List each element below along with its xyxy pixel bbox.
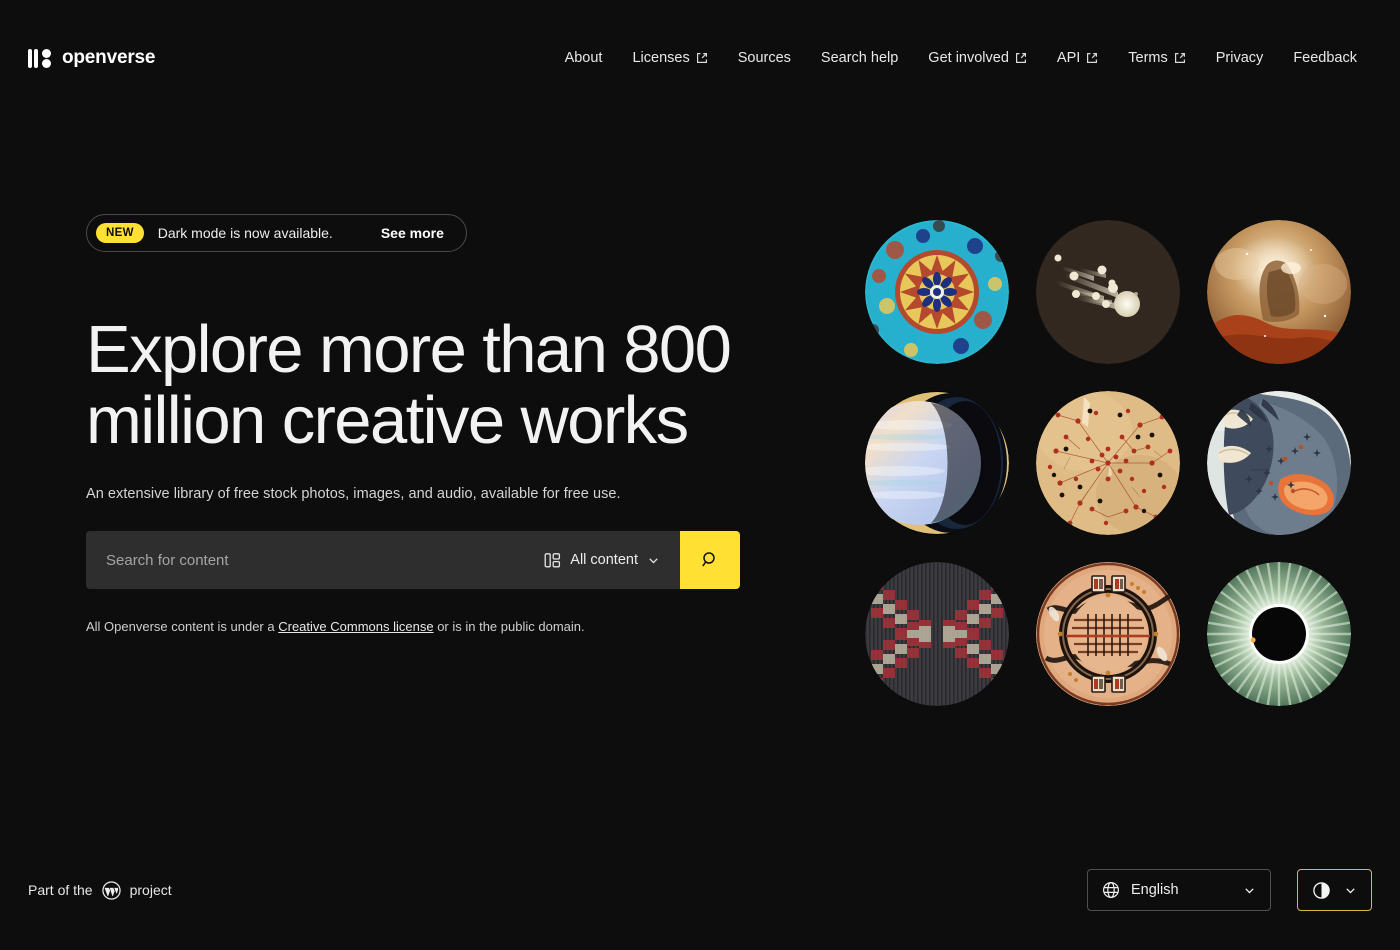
license-suffix: or is in the public domain.	[433, 619, 585, 635]
nav-item-sources[interactable]: Sources	[723, 44, 806, 72]
nav-label: Privacy	[1215, 50, 1264, 66]
creative-commons-link[interactable]: Creative Commons license	[278, 619, 433, 634]
promo-text: Dark mode is now available.	[157, 225, 333, 241]
promo-badge: NEW	[96, 223, 144, 243]
chevron-down-icon	[1245, 887, 1254, 893]
nav-item-terms[interactable]: Terms	[1113, 44, 1200, 72]
wordpress-credit: Part of the project	[28, 880, 172, 900]
nav-item-api[interactable]: API	[1042, 44, 1113, 72]
footer-controls: English	[1087, 869, 1372, 911]
nav-item-feedback[interactable]: Feedback	[1278, 44, 1372, 72]
external-link-icon	[1087, 53, 1098, 63]
nav-label: API	[1056, 50, 1081, 66]
license-prefix: All Openverse content is under a	[86, 619, 279, 635]
nav-label: Get involved	[928, 50, 1009, 66]
search-field-wrap: All content	[86, 531, 680, 590]
carina-nebula-image	[1207, 220, 1351, 364]
search-input[interactable]	[106, 551, 531, 569]
nav-item-privacy[interactable]: Privacy	[1201, 44, 1279, 72]
primary-nav: About Licenses Sources Search help Get i…	[550, 16, 1372, 72]
chevron-down-icon	[1346, 887, 1355, 893]
site-header: openverse About Licenses Sources Search …	[0, 0, 1400, 88]
gallery-item-carina-nebula[interactable]	[1207, 220, 1351, 364]
solar-eclipse-image	[1207, 562, 1351, 706]
content-switcher-icon	[544, 552, 561, 567]
gallery-item-solar-eclipse[interactable]	[1207, 562, 1351, 706]
hero-section: NEW Dark mode is now available. See more…	[86, 214, 786, 634]
nav-item-get-involved[interactable]: Get involved	[913, 44, 1042, 72]
openverse-logo-icon	[28, 48, 51, 68]
gallery-item-saturn-rings[interactable]	[865, 391, 1009, 535]
credit-prefix: Part of the	[28, 882, 93, 898]
hero-subtitle: An extensive library of free stock photo…	[86, 486, 621, 503]
gallery-item-antique-star-chart[interactable]	[1036, 391, 1180, 535]
nav-label: Licenses	[632, 50, 690, 66]
language-selector[interactable]: English	[1087, 869, 1271, 911]
search-button[interactable]	[680, 531, 740, 590]
content-type-label: All content	[570, 552, 638, 569]
wordpress-logo-icon	[101, 880, 121, 900]
search-bar: All content	[86, 531, 740, 590]
image-gallery-grid: Aldebaran	[865, 220, 1351, 706]
gallery-item-taurus-bull-constellation[interactable]: Aldebaran	[1207, 391, 1351, 535]
external-link-icon	[696, 53, 707, 63]
globe-icon	[1102, 881, 1120, 899]
mesoamerican-disc-image	[1036, 562, 1180, 706]
theme-selector[interactable]	[1297, 869, 1372, 911]
brand-name: openverse	[62, 46, 156, 68]
svg-text:Aldebaran: Aldebaran	[1251, 467, 1270, 472]
brand-logo[interactable]: openverse	[28, 19, 155, 70]
site-footer: Part of the project English	[0, 830, 1400, 950]
taurus-bull-constellation-image: Aldebaran	[1207, 391, 1351, 535]
saturn-rings-image	[865, 391, 1009, 535]
promo-banner[interactable]: NEW Dark mode is now available. See more	[86, 214, 467, 252]
comet-engraving-image	[1036, 220, 1180, 364]
gallery-item-mesoamerican-disc[interactable]	[1036, 562, 1180, 706]
nav-label: Search help	[820, 50, 899, 66]
gallery-item-navajo-textile-x[interactable]	[865, 562, 1009, 706]
nav-label: About	[564, 50, 603, 66]
nav-label: Feedback	[1293, 50, 1357, 66]
gallery-item-comet-engraving[interactable]	[1036, 220, 1180, 364]
see-more-link[interactable]: See more	[381, 225, 444, 241]
nav-item-licenses[interactable]: Licenses	[617, 44, 722, 72]
navajo-textile-x-image	[865, 562, 1009, 706]
language-value: English	[1131, 882, 1179, 898]
openverse-homepage: openverse About Licenses Sources Search …	[0, 0, 1400, 950]
search-icon	[702, 552, 715, 567]
credit-suffix: project	[129, 882, 172, 898]
nav-item-search-help[interactable]: Search help	[806, 44, 913, 72]
nav-label: Terms	[1128, 50, 1168, 66]
antique-star-chart-image	[1036, 391, 1180, 535]
external-link-icon	[1015, 53, 1026, 63]
contrast-icon	[1313, 881, 1330, 899]
nav-item-about[interactable]: About	[550, 44, 618, 72]
iznik-ceramic-plate-image	[865, 220, 1009, 364]
license-note: All Openverse content is under a Creativ…	[86, 619, 786, 634]
external-link-icon	[1174, 53, 1185, 63]
nav-label: Sources	[737, 50, 791, 66]
chevron-down-icon	[649, 557, 658, 563]
gallery-item-iznik-ceramic-plate[interactable]	[865, 220, 1009, 364]
page-title: Explore more than 800 million creative w…	[86, 312, 732, 459]
content-type-switcher[interactable]: All content	[530, 552, 660, 569]
